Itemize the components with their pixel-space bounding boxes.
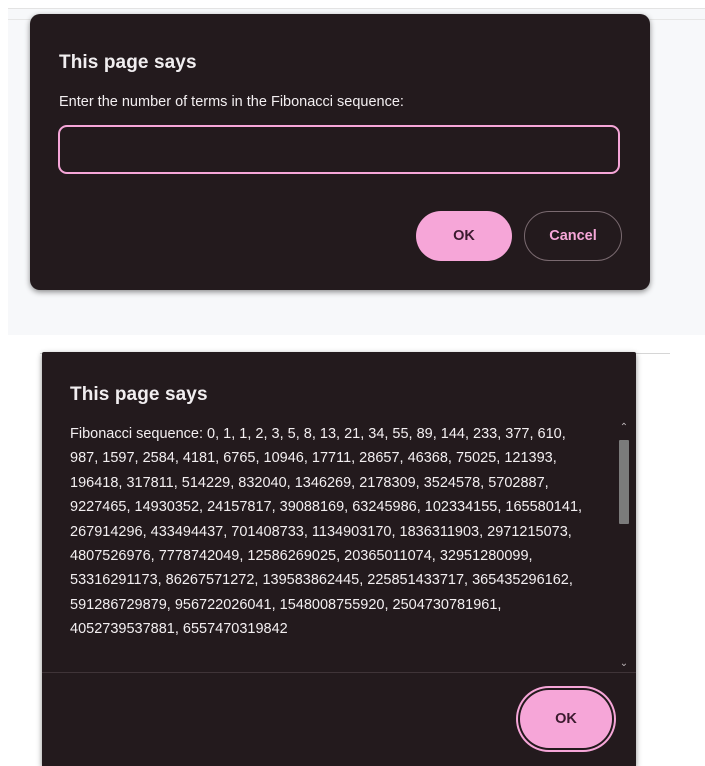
scroll-thumb[interactable]: [619, 440, 629, 524]
dialog-title: This page says: [59, 52, 197, 73]
terms-input[interactable]: [58, 125, 620, 174]
dialog-title: This page says: [70, 384, 208, 405]
dialog-message: Enter the number of terms in the Fibonac…: [59, 94, 404, 110]
prompt-dialog: This page says Enter the number of terms…: [30, 14, 650, 290]
scrollbar[interactable]: ⌃ ⌄: [616, 420, 632, 670]
alert-dialog: This page says Fibonacci sequence: 0, 1,…: [42, 352, 636, 766]
ok-button[interactable]: OK: [520, 690, 612, 748]
fibonacci-message: Fibonacci sequence: 0, 1, 1, 2, 3, 5, 8,…: [70, 426, 583, 638]
dialog-footer-divider: [42, 672, 636, 673]
cancel-button[interactable]: Cancel: [524, 211, 622, 261]
scroll-down-icon[interactable]: ⌄: [616, 656, 632, 670]
ok-button[interactable]: OK: [416, 211, 512, 261]
message-scroll-area[interactable]: Fibonacci sequence: 0, 1, 1, 2, 3, 5, 8,…: [70, 422, 626, 662]
scroll-up-icon[interactable]: ⌃: [616, 420, 632, 434]
